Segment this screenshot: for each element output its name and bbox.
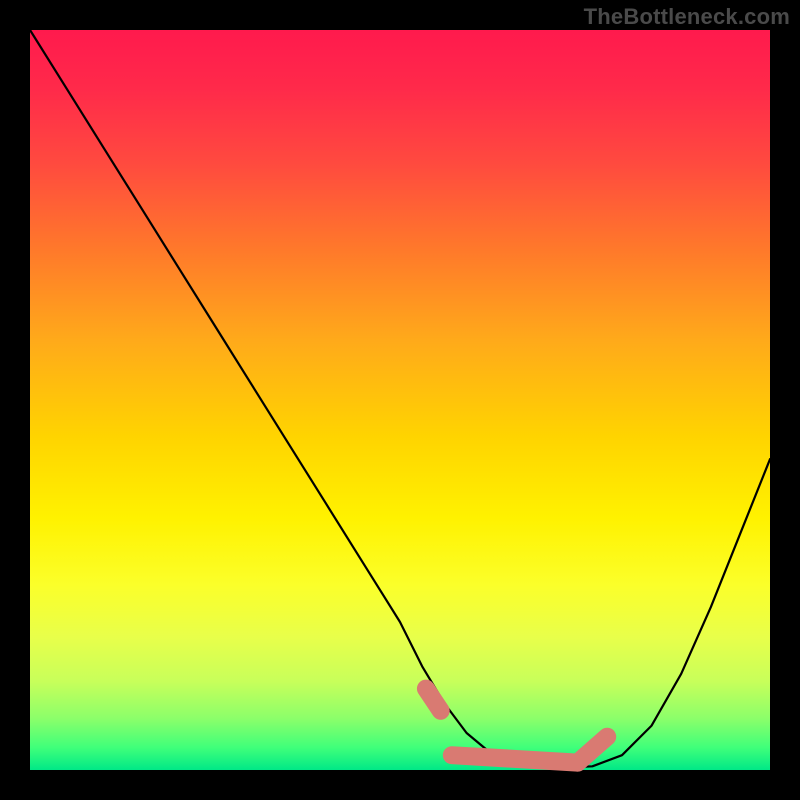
highlight-segment bbox=[426, 689, 441, 711]
chart-frame: TheBottleneck.com bbox=[0, 0, 800, 800]
plot-gradient-background bbox=[30, 30, 770, 770]
bottleneck-curve-line bbox=[30, 30, 770, 768]
attribution-text: TheBottleneck.com bbox=[584, 4, 790, 30]
highlight-segment bbox=[578, 737, 608, 763]
highlight-segment bbox=[452, 755, 578, 762]
curve-overlay bbox=[30, 30, 770, 770]
highlight-band bbox=[426, 689, 607, 763]
